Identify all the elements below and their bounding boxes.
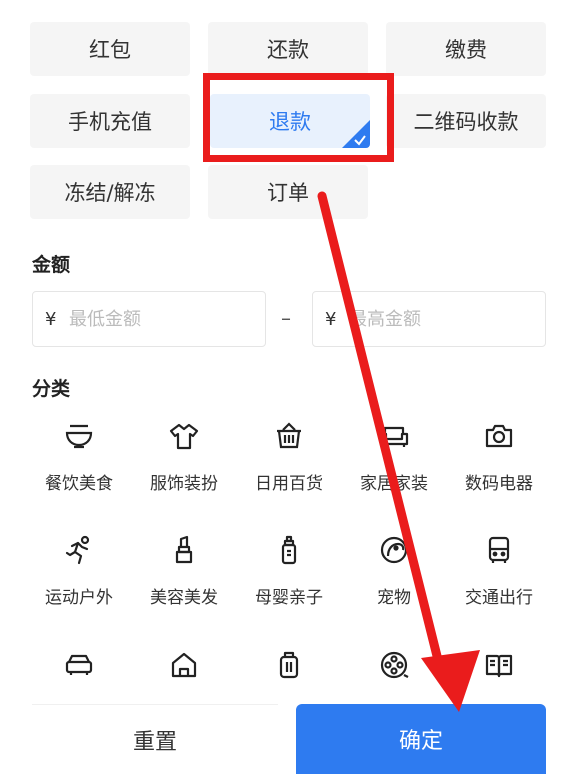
category-label: 餐饮美食 — [45, 474, 113, 494]
bus-icon — [482, 533, 516, 567]
runner-icon — [62, 533, 96, 567]
chip-freeze-unfreeze[interactable]: 冻结/解冻 — [30, 165, 190, 219]
lipstick-icon — [167, 533, 201, 567]
range-separator: – — [281, 306, 291, 330]
chip-label: 二维码收款 — [413, 110, 519, 134]
category-item-travel[interactable] — [236, 648, 342, 704]
category-label: 交通出行 — [465, 588, 533, 608]
category-item-food[interactable]: 餐饮美食 — [26, 419, 132, 519]
chip-bill-payment[interactable]: 缴费 — [386, 22, 546, 76]
chip-red-packet[interactable]: 红包 — [30, 22, 190, 76]
category-label: 运动户外 — [45, 588, 113, 608]
basket-icon — [272, 419, 306, 453]
chip-label: 红包 — [89, 38, 131, 62]
min-amount-field[interactable]: ¥ — [32, 291, 266, 347]
chip-order[interactable]: 订单 — [208, 165, 368, 219]
currency-symbol: ¥ — [325, 308, 337, 330]
category-item-entertainment[interactable] — [341, 648, 447, 704]
sofa-icon — [377, 419, 411, 453]
chip-phone-topup[interactable]: 手机充值 — [30, 94, 190, 148]
min-amount-input[interactable] — [69, 308, 229, 330]
category-label: 家居家装 — [360, 474, 428, 494]
filter-panel: 红包 还款 缴费 手机充值 退款 二维码收款 冻结/解冻 订单 金额 ¥ – ¥… — [0, 0, 563, 775]
chip-label: 冻结/解冻 — [64, 181, 156, 205]
camera-icon — [482, 419, 516, 453]
chip-repayment[interactable]: 还款 — [208, 22, 368, 76]
category-item-apparel[interactable]: 服饰装扮 — [131, 419, 237, 519]
reset-button[interactable]: 重置 — [32, 704, 278, 775]
film-reel-icon — [377, 648, 411, 682]
category-item-house[interactable] — [131, 648, 237, 704]
pet-icon — [377, 533, 411, 567]
category-item-mother-baby[interactable]: 母婴亲子 — [236, 533, 342, 633]
chip-label: 还款 — [267, 38, 309, 62]
category-item-beauty[interactable]: 美容美发 — [131, 533, 237, 633]
category-item-pets[interactable]: 宠物 — [341, 533, 447, 633]
book-icon — [482, 648, 516, 682]
confirm-button[interactable]: 确定 — [296, 704, 546, 774]
chip-label: 订单 — [267, 181, 309, 205]
confirm-button-label: 确定 — [398, 729, 443, 754]
category-label: 母婴亲子 — [255, 588, 323, 608]
chip-label: 缴费 — [445, 38, 487, 62]
baby-bottle-icon — [272, 533, 306, 567]
amount-section-title: 金额 — [32, 254, 71, 276]
category-item-electronics[interactable]: 数码电器 — [446, 419, 552, 519]
category-item-car[interactable] — [26, 648, 132, 704]
annotation-highlight-box — [203, 73, 394, 162]
shirt-icon — [167, 419, 201, 453]
category-label: 美容美发 — [150, 588, 218, 608]
category-item-transport[interactable]: 交通出行 — [446, 533, 552, 633]
category-section-title: 分类 — [32, 378, 71, 400]
luggage-icon — [272, 648, 306, 682]
bowl-icon — [62, 419, 96, 453]
currency-symbol: ¥ — [45, 308, 57, 330]
category-label: 日用百货 — [255, 474, 323, 494]
category-item-education[interactable] — [446, 648, 552, 704]
category-label: 宠物 — [377, 588, 411, 608]
reset-button-label: 重置 — [132, 730, 177, 755]
category-item-sports[interactable]: 运动户外 — [26, 533, 132, 633]
category-label: 数码电器 — [465, 474, 533, 494]
car-icon — [62, 648, 96, 682]
house-icon — [167, 648, 201, 682]
max-amount-input[interactable] — [349, 308, 509, 330]
chip-label: 手机充值 — [68, 110, 152, 134]
category-item-daily-goods[interactable]: 日用百货 — [236, 419, 342, 519]
chip-qr-collection[interactable]: 二维码收款 — [386, 94, 546, 148]
category-item-home[interactable]: 家居家装 — [341, 419, 447, 519]
max-amount-field[interactable]: ¥ — [312, 291, 546, 347]
category-label: 服饰装扮 — [150, 474, 218, 494]
